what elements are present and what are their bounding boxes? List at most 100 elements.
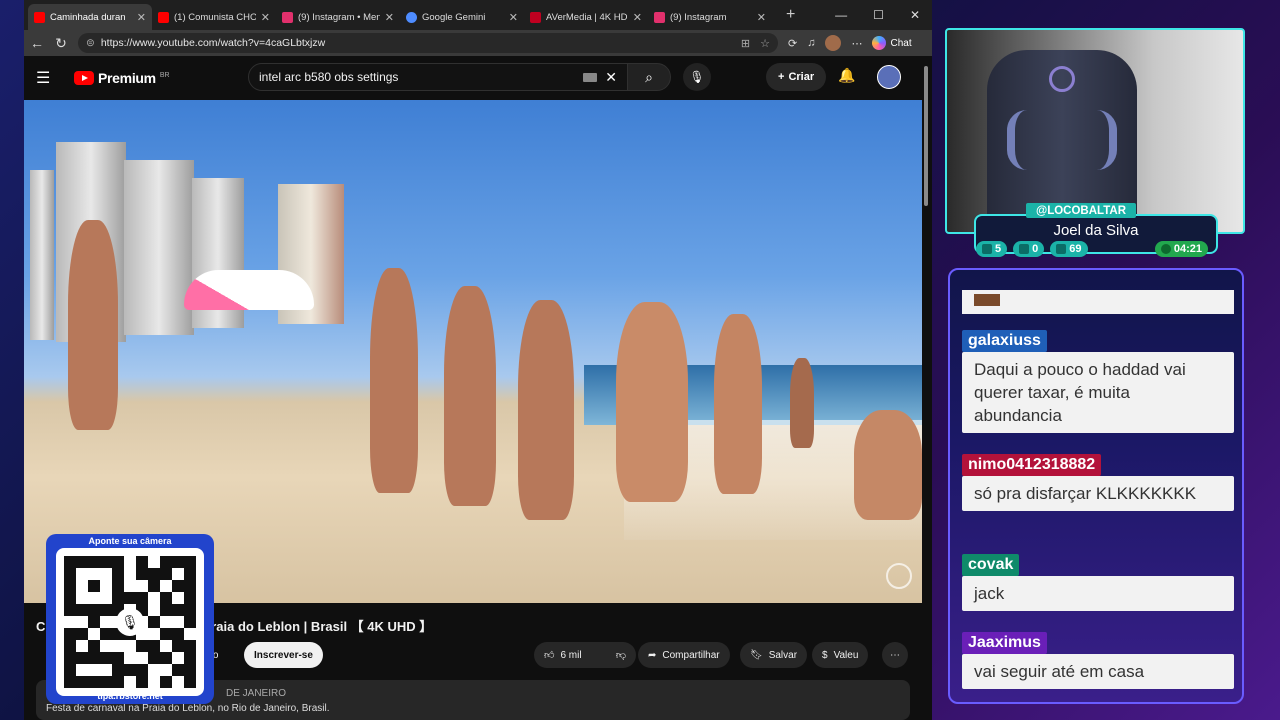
tab-2[interactable]: (9) Instagram • Mensa ✕ <box>276 4 400 30</box>
tab-title: (1) Comunista CHORA <box>174 11 256 23</box>
person <box>854 410 922 520</box>
qr-module <box>148 568 160 580</box>
thumbs-down-icon[interactable]: 👎︎ <box>616 649 626 661</box>
emote-icon <box>974 294 1000 306</box>
youtube-header: ☰ Premium BR intel arc b580 obs settings… <box>24 56 932 100</box>
video-player[interactable] <box>24 100 922 603</box>
account-avatar[interactable] <box>877 65 901 89</box>
menu-icon[interactable]: ☰ <box>36 68 60 88</box>
like-count: 6 mil <box>560 649 582 661</box>
back-icon[interactable]: ← <box>30 35 44 51</box>
qr-module <box>184 580 196 592</box>
thanks-button[interactable]: $ Valeu <box>812 642 869 668</box>
qr-module <box>172 556 184 568</box>
scrollbar-thumb[interactable] <box>924 66 928 206</box>
url-field[interactable]: ⊜ https://www.youtube.com/watch?v=4caGLb… <box>78 33 778 53</box>
maximize-icon[interactable]: ☐ <box>873 8 884 22</box>
person <box>790 358 814 448</box>
share-button[interactable]: ➦ Compartilhar <box>638 642 730 668</box>
person <box>444 286 496 506</box>
page-scrollbar[interactable] <box>924 56 930 720</box>
close-icon[interactable]: ✕ <box>385 11 394 24</box>
refresh-icon[interactable]: ↻ <box>54 35 68 52</box>
chat-text: jack <box>962 576 1234 611</box>
qr-module <box>124 640 136 652</box>
notifications-bell-icon[interactable]: 🔔 <box>838 67 855 84</box>
youtube-icon <box>34 11 45 23</box>
stat-value: 5 <box>995 243 1002 255</box>
url-text: https://www.youtube.com/watch?v=4caGLbtx… <box>100 37 326 49</box>
tab-3[interactable]: Google Gemini ✕ <box>400 4 524 30</box>
qr-module <box>124 568 136 580</box>
youtube-icon <box>1019 244 1030 254</box>
profile-avatar[interactable] <box>825 35 842 51</box>
close-icon[interactable]: ✕ <box>261 11 270 24</box>
qr-module <box>64 628 76 640</box>
building <box>124 160 194 335</box>
minimize-icon[interactable]: — <box>835 8 847 22</box>
microphone-icon: 🎙 <box>689 70 705 84</box>
more-actions-button[interactable]: ⋯ <box>882 642 908 668</box>
chair-logo <box>1049 66 1075 92</box>
tab-4[interactable]: AVerMedia | 4K HDMI ✕ <box>524 4 648 30</box>
person <box>68 220 118 430</box>
clear-search-icon[interactable]: ✕ <box>605 69 617 86</box>
youtube-logo[interactable]: Premium BR <box>74 70 170 86</box>
tab-5[interactable]: (9) Instagram ✕ <box>648 4 772 30</box>
streamer-name: Joel da Silva <box>1053 222 1139 239</box>
close-icon[interactable]: ✕ <box>509 11 518 24</box>
stat-value: 69 <box>1069 243 1082 255</box>
qr-module <box>172 664 184 676</box>
site-info-icon[interactable]: ⊜ <box>86 37 95 49</box>
close-icon[interactable]: ✕ <box>137 11 146 24</box>
create-button[interactable]: + Criar <box>766 63 827 91</box>
voice-search-button[interactable]: 🎙 <box>683 63 711 91</box>
qr-code: 🎙 <box>56 548 204 696</box>
tags-text: DE JANEIRO <box>226 688 287 699</box>
qr-module <box>88 556 100 568</box>
app-install-icon[interactable]: ⊞ <box>741 37 750 50</box>
qr-module <box>160 580 172 592</box>
qr-module <box>160 556 172 568</box>
window-controls: — ☐ ✕ <box>835 8 932 22</box>
save-button[interactable]: 🔖︎ Salvar <box>740 642 808 668</box>
qr-module <box>148 616 160 628</box>
qr-module <box>184 652 196 664</box>
qr-module <box>160 652 172 664</box>
more-menu-icon[interactable]: ⋯ <box>851 37 862 50</box>
search-button[interactable]: ⌕ <box>627 63 671 91</box>
search-input[interactable]: intel arc b580 obs settings ✕ <box>248 63 628 91</box>
qr-module <box>112 676 124 688</box>
channel-watermark-icon[interactable] <box>886 563 912 589</box>
chat-message-partial <box>962 290 1234 314</box>
qr-module <box>148 592 160 604</box>
chat-username: galaxiuss <box>962 330 1047 352</box>
like-button[interactable]: 👍︎ 6 mil 👎︎ <box>534 642 636 668</box>
qr-module <box>64 664 76 676</box>
gemini-icon <box>406 11 417 23</box>
copilot-chat-button[interactable]: Chat <box>872 36 912 50</box>
qr-module <box>160 676 172 688</box>
copilot-icon <box>872 36 887 50</box>
chat-panel: galaxiuss Daqui a pouco o haddad vai que… <box>948 268 1244 704</box>
keyboard-icon[interactable] <box>583 72 598 82</box>
media-icon[interactable]: ♫ <box>807 37 815 49</box>
new-tab-button[interactable]: + <box>786 6 795 24</box>
close-icon[interactable]: ✕ <box>633 11 642 24</box>
tab-title: (9) Instagram • Mensa <box>298 11 380 23</box>
qr-module <box>124 652 136 664</box>
tab-0[interactable]: Caminhada duran ✕ <box>28 4 152 30</box>
favorite-star-icon[interactable]: ☆ <box>760 37 770 50</box>
qr-module <box>64 676 76 688</box>
close-icon[interactable]: ✕ <box>757 11 766 24</box>
create-label: Criar <box>788 71 815 83</box>
kick-stat: 69 <box>1050 241 1088 257</box>
qr-module <box>172 592 184 604</box>
close-window-icon[interactable]: ✕ <box>910 8 920 22</box>
qr-module <box>112 664 124 676</box>
extensions-icon[interactable]: ⟳ <box>788 37 797 50</box>
subscribe-button[interactable]: Inscrever-se <box>244 642 323 668</box>
tab-1[interactable]: (1) Comunista CHORA ✕ <box>152 4 276 30</box>
chat-message: nimo0412318882 só pra disfarçar KLKKKKKK… <box>962 454 1234 511</box>
chat-username: Jaaximus <box>962 632 1047 654</box>
